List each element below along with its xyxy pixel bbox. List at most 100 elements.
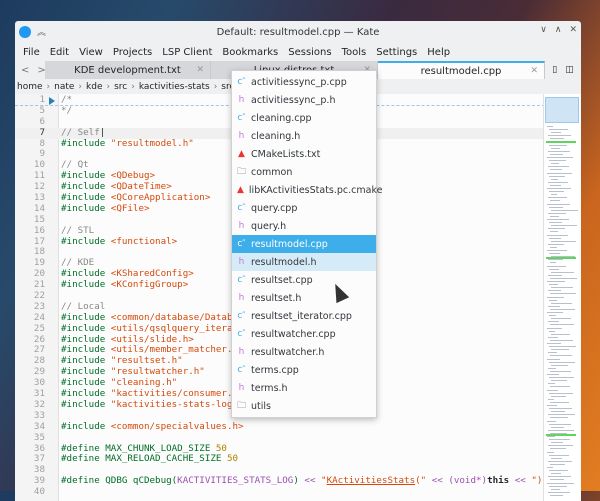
menu-settings[interactable]: Settings <box>371 47 422 58</box>
dropdown-item[interactable]: h resultmodel.h <box>232 253 376 271</box>
minimap-line <box>550 277 577 279</box>
keep-above-icon[interactable]: ︽ <box>37 25 46 38</box>
dropdown-item-label: resultset.cpp <box>251 274 313 286</box>
dropdown-item[interactable]: ▲ CMakeLists.txt <box>232 145 376 163</box>
tab-prev-icon[interactable]: < <box>21 65 29 76</box>
minimap-line <box>548 383 555 385</box>
minimap-line <box>550 262 556 264</box>
minimap-line <box>548 259 563 261</box>
minimap-line <box>547 327 562 329</box>
breadcrumb-item[interactable]: src <box>114 82 127 92</box>
dropdown-item-label: resultmodel.cpp <box>251 238 328 250</box>
breadcrumb-item[interactable]: kde <box>86 82 102 92</box>
dropdown-item-label: terms.cpp <box>251 364 299 376</box>
minimap-line <box>551 147 560 149</box>
minimap-line <box>548 367 556 369</box>
minimap-line <box>547 219 569 220</box>
breadcrumb-item[interactable]: home <box>17 82 43 92</box>
menu-edit[interactable]: Edit <box>45 47 74 58</box>
dropdown-item[interactable]: c″ query.cpp <box>232 199 376 217</box>
minimap-line <box>549 268 559 270</box>
split-view-icon[interactable]: ◫ <box>565 65 574 75</box>
minimap-line <box>549 284 558 286</box>
breadcrumb-item[interactable]: kactivities-stats <box>139 82 210 92</box>
dropdown-item[interactable]: 🗀 common <box>232 163 376 181</box>
close-tab-icon[interactable]: ✕ <box>196 65 204 75</box>
minimap-line <box>548 321 559 323</box>
dropdown-item[interactable]: c″ resultset_iterator.cpp <box>232 307 376 325</box>
dropdown-item[interactable]: c″ resultmodel.cpp <box>232 235 376 253</box>
fold-marker-icon[interactable] <box>49 97 55 105</box>
tab-resultmodel[interactable]: resultmodel.cpp ✕ <box>378 61 545 79</box>
menu-sessions[interactable]: Sessions <box>283 47 336 58</box>
dropdown-item[interactable]: h terms.h <box>232 379 376 397</box>
cpp-file-icon: c″ <box>237 77 246 87</box>
minimap-line <box>548 476 571 478</box>
minimap-line <box>550 370 571 372</box>
chevron-right-icon: › <box>78 81 83 92</box>
minimap-line <box>550 355 572 357</box>
menu-projects[interactable]: Projects <box>108 47 157 58</box>
maximize-button[interactable]: ∧ <box>555 25 562 35</box>
code-line[interactable]: 40 <box>15 486 545 498</box>
minimize-button[interactable]: ∨ <box>540 25 547 35</box>
breadcrumb-item[interactable]: nate <box>54 82 74 92</box>
minimap-line <box>549 377 574 379</box>
minimap-line <box>547 296 564 298</box>
dropdown-item-label: activitiessync_p.cpp <box>251 76 347 88</box>
code-line[interactable]: 39 #define QDBG qCDebug(KACTIVITIES_STATS… <box>15 475 548 487</box>
menu-file[interactable]: File <box>18 47 45 58</box>
code-line[interactable]: 37 #define MAX_RELOAD_CACHE_SIZE 50 <box>15 453 545 465</box>
line-text: #include <KConfigGroup> <box>61 279 189 291</box>
minimap-line <box>550 138 564 140</box>
minimap-scrollbar[interactable] <box>543 94 579 501</box>
minimap-line <box>547 451 554 453</box>
dropdown-item[interactable]: c″ activitiessync_p.cpp <box>232 73 376 91</box>
minimap-line <box>549 330 555 332</box>
dropdown-item[interactable]: c″ terms.cpp <box>232 361 376 379</box>
minimap-line <box>547 281 565 282</box>
minimap-line <box>549 454 569 456</box>
minimap-line <box>550 184 561 186</box>
minimap-line <box>551 457 562 459</box>
minimap-line <box>550 200 560 202</box>
minimap-line <box>551 411 565 413</box>
dropdown-item[interactable]: h activitiessync_p.h <box>232 91 376 109</box>
menu-view[interactable]: View <box>74 47 108 58</box>
minimap-line <box>549 361 575 363</box>
dropdown-item-label: CMakeLists.txt <box>251 148 321 160</box>
dropdown-item[interactable]: h resultwatcher.h <box>232 343 376 361</box>
close-button[interactable]: ✕ <box>569 25 577 35</box>
minimap-line <box>551 225 577 227</box>
menu-bookmarks[interactable]: Bookmarks <box>217 47 283 58</box>
menu-help[interactable]: Help <box>422 47 455 58</box>
dropdown-item[interactable]: 🗀 utils <box>232 397 376 415</box>
new-tab-icon[interactable]: ▯ <box>552 65 557 75</box>
minimap-line <box>550 153 563 155</box>
minimap-viewport[interactable] <box>545 97 579 123</box>
tab-kde-development[interactable]: KDE development.txt ✕ <box>45 61 211 79</box>
close-tab-icon[interactable]: ✕ <box>530 66 538 76</box>
window-title: Default: resultmodel.cpp — Kate <box>216 26 380 38</box>
minimap-line <box>551 302 572 304</box>
dropdown-item[interactable]: c″ resultwatcher.cpp <box>232 325 376 343</box>
chevron-right-icon: › <box>46 81 51 92</box>
menu-tools[interactable]: Tools <box>337 47 372 58</box>
cpp-file-icon: c″ <box>237 329 246 339</box>
dropdown-item[interactable]: h resultset.h <box>232 289 376 307</box>
minimap-line <box>549 129 568 131</box>
minimap-line <box>547 436 555 437</box>
line-number: 25 <box>33 322 45 334</box>
dropdown-item[interactable]: c″ resultset.cpp <box>232 271 376 289</box>
dropdown-item[interactable]: c″ cleaning.cpp <box>232 109 376 127</box>
code-line[interactable]: 34 #include <common/specialvalues.h> <box>15 421 545 433</box>
dropdown-item[interactable]: ▲ libKActivitiesStats.pc.cmake <box>232 181 382 199</box>
kate-app-icon[interactable] <box>19 25 31 38</box>
minimap-line <box>550 386 570 388</box>
cpp-file-icon: c″ <box>237 275 246 285</box>
dropdown-item[interactable]: h cleaning.h <box>232 127 376 145</box>
menu-lsp-client[interactable]: LSP Client <box>157 47 217 58</box>
folder-icon: 🗀 <box>237 401 247 411</box>
dropdown-item[interactable]: h query.h <box>232 217 376 235</box>
breadcrumb-file-dropdown: c″ activitiessync_p.cpp h activitiessync_p.… <box>231 70 382 418</box>
